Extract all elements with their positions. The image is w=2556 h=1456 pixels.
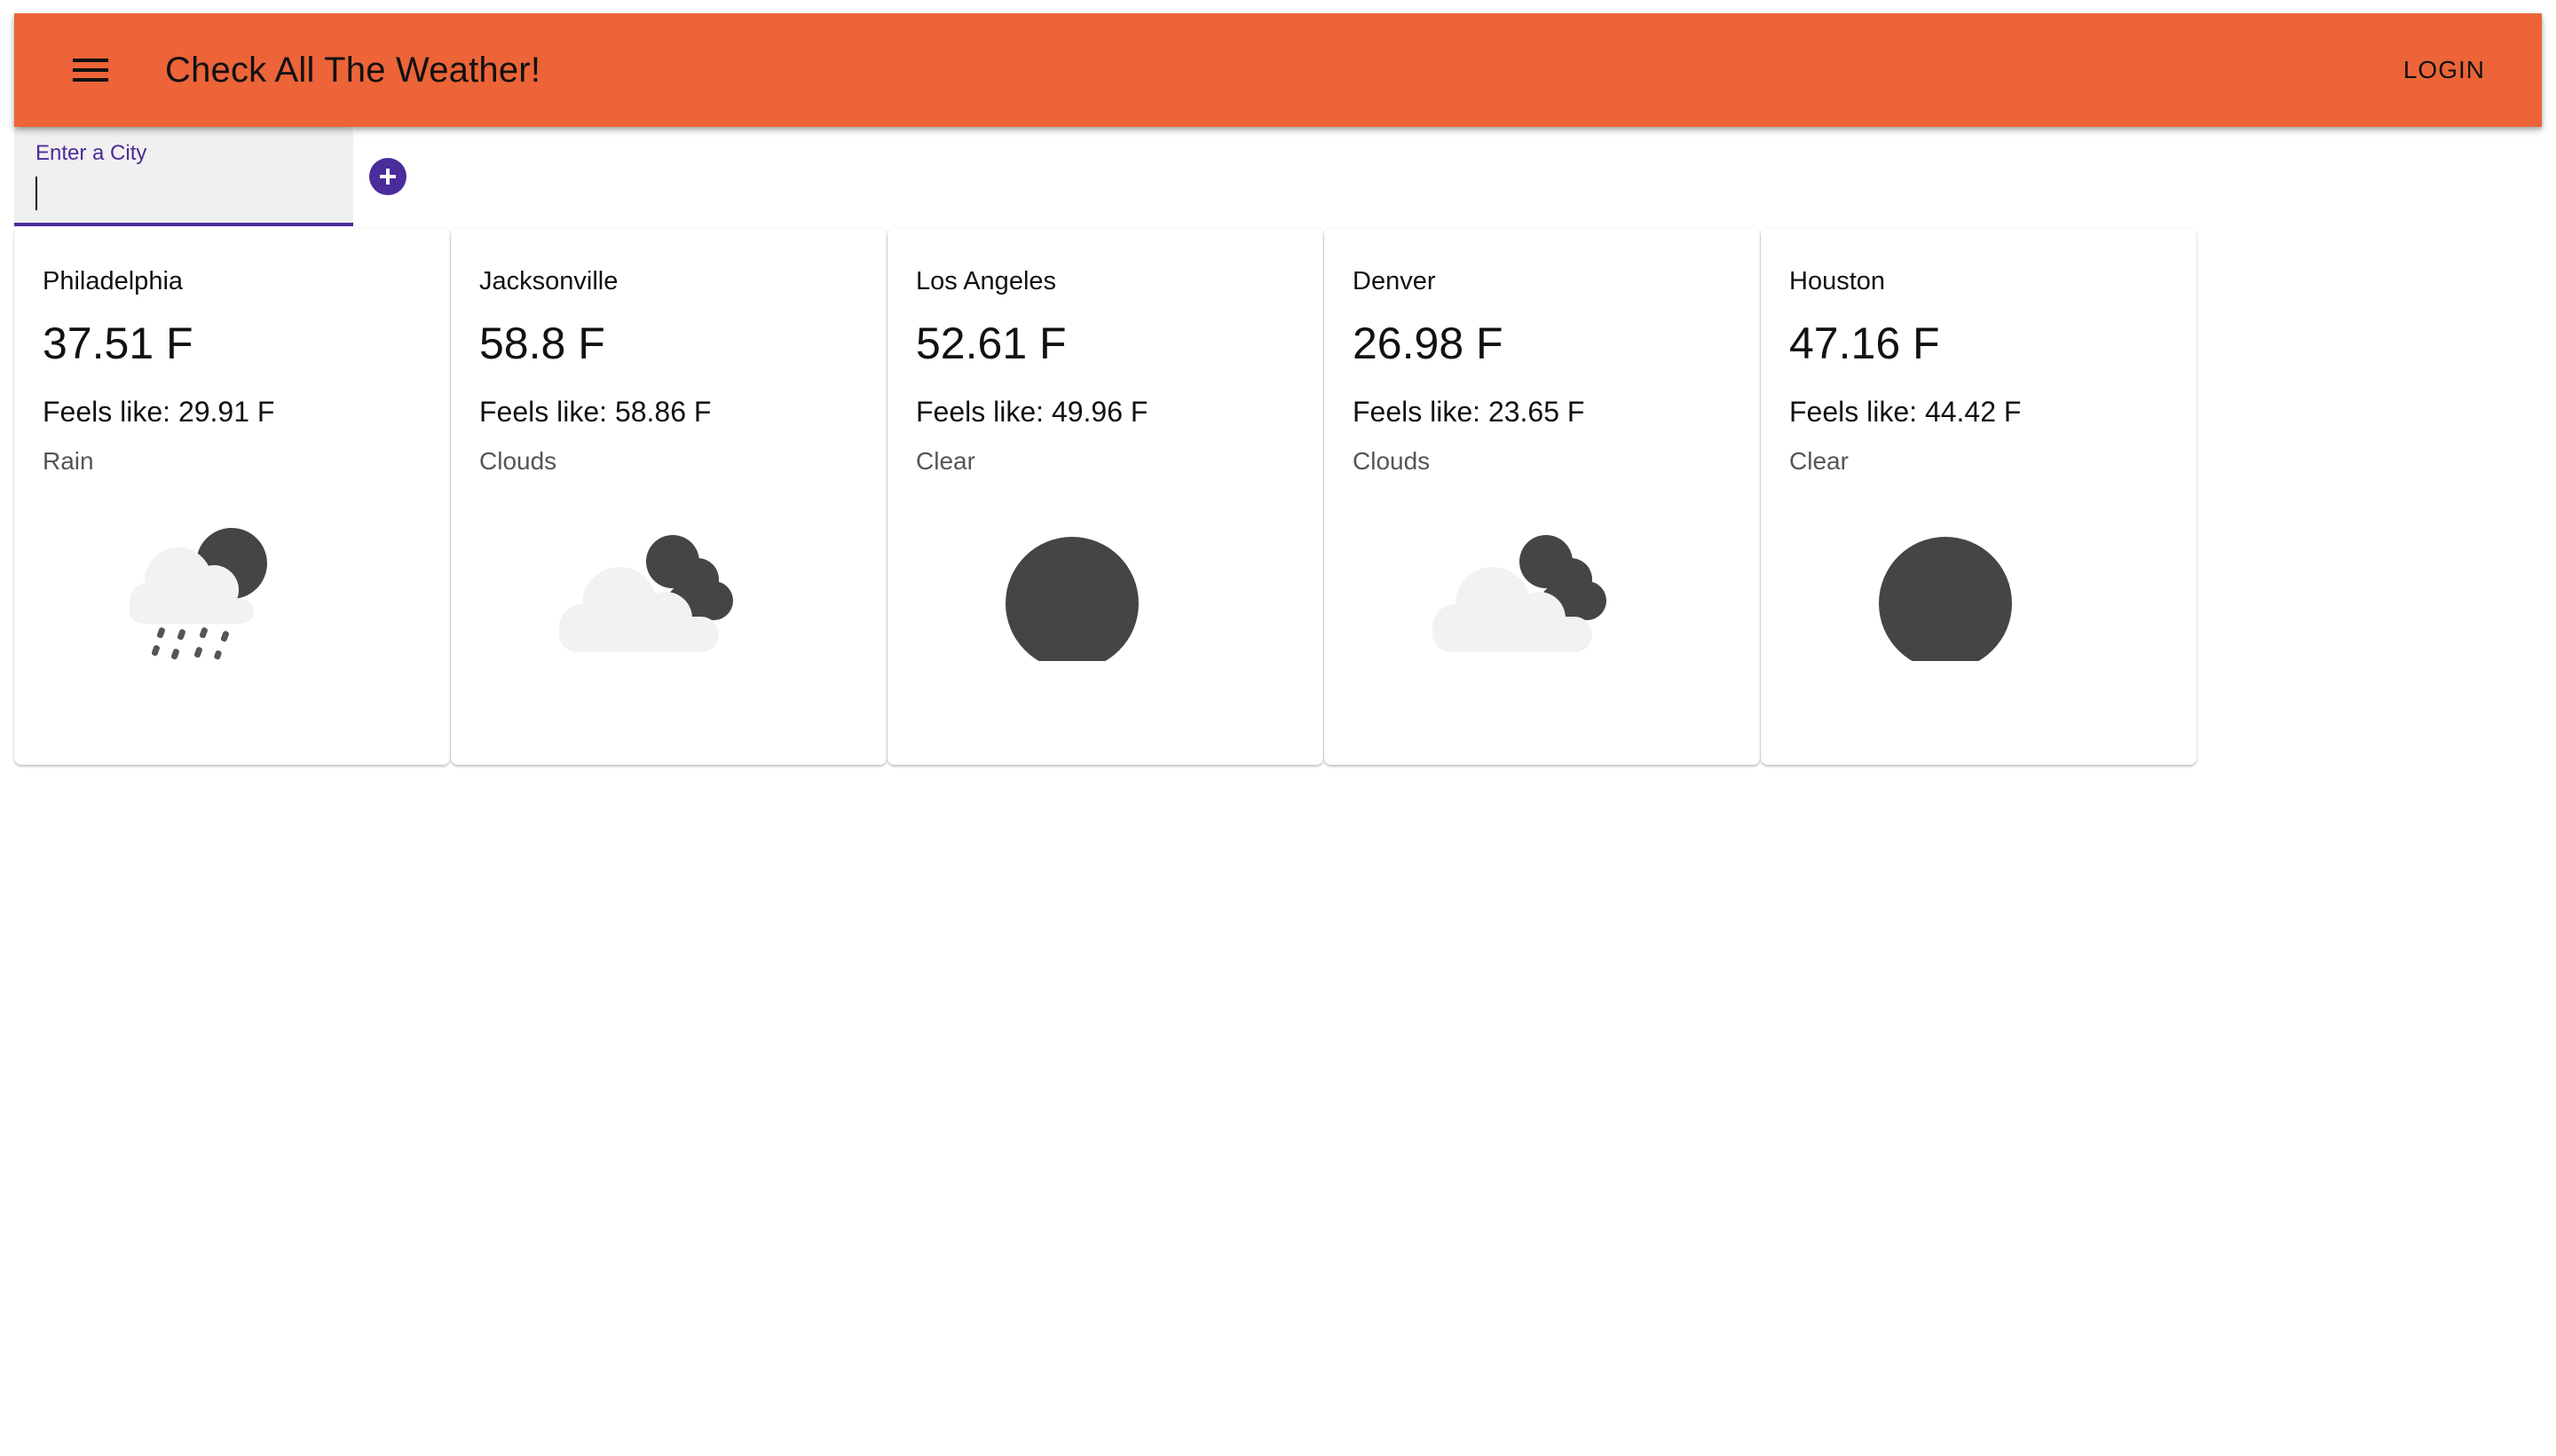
temperature: 47.16 F [1789, 319, 1940, 368]
login-button[interactable]: LOGIN [2403, 45, 2485, 95]
condition: Clouds [479, 447, 557, 475]
city-name: Philadelphia [43, 267, 184, 295]
menu-icon [73, 59, 108, 82]
condition: Clouds [1353, 447, 1431, 475]
feels-like: Feels like: 58.86 F [479, 396, 712, 428]
temperature: 37.51 F [43, 319, 193, 368]
clouds-icon [559, 535, 733, 652]
feels-like: Feels like: 49.96 F [916, 396, 1148, 428]
clear-icon [1879, 537, 2012, 661]
add-circle-icon [380, 169, 396, 185]
weather-card: Denver 26.98 F Feels like: 23.65 F Cloud… [1324, 228, 1760, 765]
temperature: 52.61 F [916, 319, 1067, 368]
rain-icon [130, 528, 267, 660]
city-name: Los Angeles [916, 267, 1057, 295]
search-row: Enter a City [14, 127, 406, 226]
temperature: 26.98 F [1353, 319, 1503, 368]
city-field[interactable]: Enter a City [14, 127, 353, 226]
city-name: Denver [1353, 267, 1436, 295]
feels-like: Feels like: 29.91 F [43, 396, 275, 428]
app-bar: Check All The Weather! LOGIN [14, 13, 2542, 127]
weather-card: Jacksonville 58.8 F Feels like: 58.86 F … [451, 228, 887, 765]
city-input[interactable] [36, 177, 332, 212]
weather-card: Houston 47.16 F Feels like: 44.42 F Clea… [1761, 228, 2197, 765]
condition: Clear [916, 447, 975, 475]
feels-like: Feels like: 23.65 F [1353, 396, 1585, 428]
menu-button[interactable] [59, 38, 122, 102]
condition: Clear [1789, 447, 1849, 475]
add-city-button[interactable] [369, 158, 406, 195]
text-caret [36, 177, 37, 210]
weather-card: Los Angeles 52.61 F Feels like: 49.96 F … [888, 228, 1323, 765]
app-title: Check All The Weather! [165, 50, 541, 90]
city-name: Jacksonville [479, 267, 619, 295]
clear-icon [1006, 537, 1139, 661]
temperature: 58.8 F [479, 319, 605, 368]
weather-card: Philadelphia 37.51 F Feels like: 29.91 F… [14, 228, 450, 765]
city-field-label: Enter a City [36, 141, 147, 165]
feels-like: Feels like: 44.42 F [1789, 396, 2022, 428]
weather-cards: Philadelphia 37.51 F Feels like: 29.91 F… [14, 228, 2197, 765]
condition: Rain [43, 447, 94, 475]
city-name: Houston [1789, 267, 1886, 295]
clouds-icon [1432, 535, 1606, 652]
